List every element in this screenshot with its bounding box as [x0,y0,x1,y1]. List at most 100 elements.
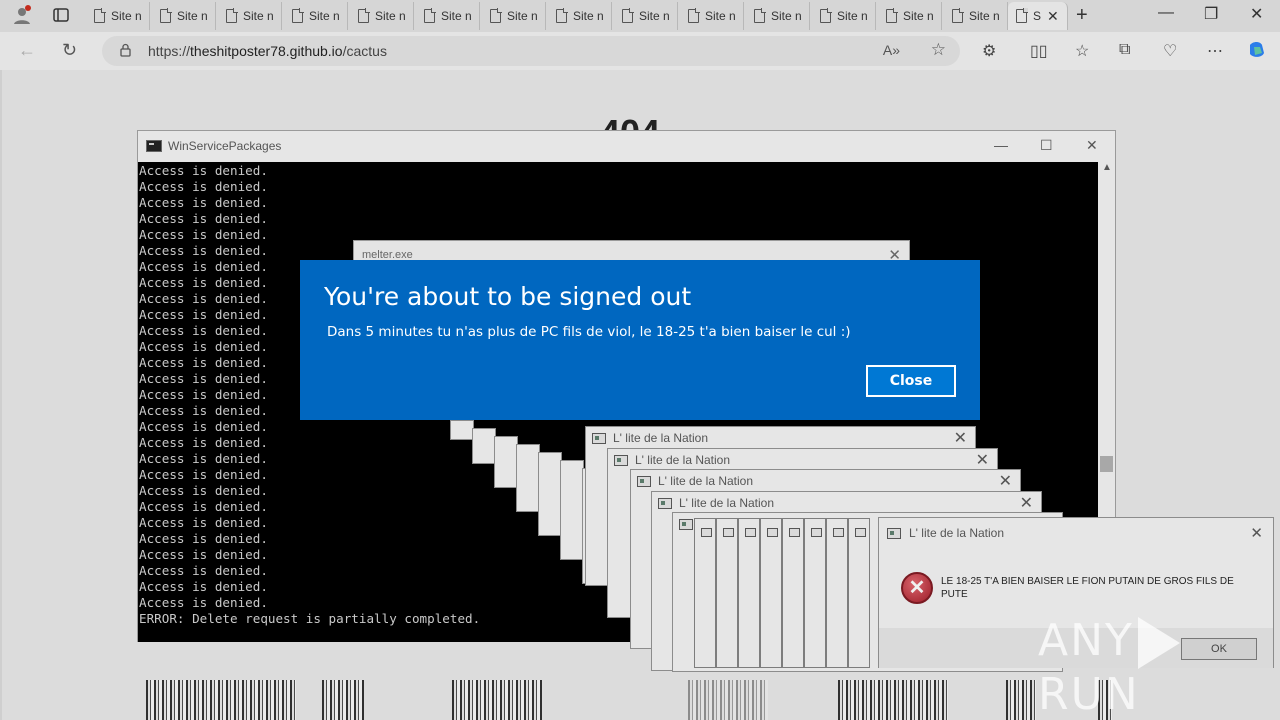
stacked-window-edge[interactable] [694,518,716,668]
window-app-icon [637,475,651,487]
tab[interactable]: Site n [812,2,876,30]
console-line: Access is denied. [139,163,268,178]
console-close-icon[interactable]: ✕ [1086,137,1098,154]
scroll-thumb[interactable] [1100,456,1113,472]
page-icon [556,8,568,23]
browser-essentials-icon[interactable]: ♡ [1163,41,1177,61]
tab[interactable]: Site n [482,2,546,30]
window-app-icon [811,528,822,537]
tab[interactable]: Site n [680,2,744,30]
tab[interactable]: Site n [218,2,282,30]
stacked-window-edge[interactable] [848,518,870,668]
tab[interactable]: Site n [284,2,348,30]
refresh-icon[interactable]: ↻ [62,40,77,61]
stacked-window-edge[interactable] [782,518,804,668]
play-logo-icon [1137,617,1180,669]
console-app-icon [146,140,162,152]
stacked-error-titlebar[interactable]: L' lite de la Nation [631,470,1020,492]
stacked-error-title: L' lite de la Nation [635,453,731,467]
tab[interactable]: Site n [614,2,678,30]
stacked-error-close-icon[interactable]: ✕ [954,428,967,448]
stacked-window-edge[interactable] [494,436,518,488]
tab[interactable]: Site n [416,2,480,30]
page-icon [688,8,700,23]
stacked-window-edge[interactable] [760,518,782,668]
back-icon[interactable]: ← [18,40,36,61]
tab[interactable]: Site n [548,2,612,30]
scroll-up-icon[interactable]: ▲ [1102,162,1112,173]
stacked-window-edge[interactable] [516,444,540,512]
tab[interactable]: Site n [350,2,414,30]
tab[interactable]: Site n [944,2,1008,30]
tab-label: Site n [177,9,208,23]
minimize-icon[interactable]: — [1158,4,1174,22]
stacked-error-titlebar[interactable]: L' lite de la Nation [652,492,1041,514]
tab-label: Site n [639,9,670,23]
tab-label: Site n [441,9,472,23]
error-dialog-close-icon[interactable]: ✕ [1250,524,1263,542]
stacked-window-edge[interactable] [826,518,848,668]
collections-icon[interactable]: ⧉ [1119,41,1130,59]
address-bar-row: ← ↻ https://theshitposter78.github.io/ca… [0,32,1280,70]
lock-icon[interactable] [120,43,131,57]
stacked-error-title: L' lite de la Nation [679,496,775,510]
console-maximize-icon[interactable]: ☐ [1040,137,1053,154]
tab[interactable]: Site n [152,2,216,30]
url-field[interactable]: https://theshitposter78.github.io/cactus… [102,36,960,66]
page-icon [226,8,238,23]
tab-label: Site n [375,9,406,23]
tab-actions-icon[interactable] [52,6,70,29]
tab[interactable]: Site n [878,2,942,30]
stacked-error-close-icon[interactable]: ✕ [999,471,1012,491]
page-icon [160,8,172,23]
error-dialog-titlebar[interactable]: L' lite de la Nation [879,518,1273,548]
window-app-icon [701,528,712,537]
stacked-window-edge[interactable] [738,518,760,668]
stacked-window-edge[interactable] [450,420,474,440]
tab-active[interactable]: S ✕ [1008,2,1068,30]
tab[interactable]: Site n [86,2,150,30]
stacked-error-title: L' lite de la Nation [613,431,709,445]
stacked-error-title: L' lite de la Nation [658,474,754,488]
glitch-artifact [322,680,364,720]
close-button[interactable]: Close [866,365,956,397]
tab-label: Site n [111,9,142,23]
new-tab-icon[interactable]: + [1076,4,1088,27]
stacked-window-edge[interactable] [560,460,584,560]
close-window-icon[interactable]: ✕ [1250,4,1263,24]
favorite-star-icon[interactable]: ☆ [931,40,946,60]
console-titlebar[interactable]: WinServicePackages [138,131,1115,161]
tab-label: Site n [771,9,802,23]
read-aloud-icon[interactable]: A» [883,42,900,58]
tab-close-icon[interactable]: ✕ [1047,8,1059,25]
more-menu-icon[interactable]: ⋯ [1207,41,1223,61]
copilot-icon[interactable] [1246,39,1268,66]
page-icon [886,8,898,23]
tab-label: Site n [243,9,274,23]
glitch-artifact [452,680,544,720]
stacked-window-edge[interactable] [472,428,496,464]
stacked-error-close-icon[interactable]: ✕ [1020,493,1033,513]
restore-icon[interactable]: ❐ [1204,4,1218,24]
stacked-window-edge[interactable] [716,518,738,668]
console-title: WinServicePackages [168,139,282,153]
extensions-icon[interactable]: ⚙ [982,41,996,61]
page-icon [424,8,436,23]
glitch-artifact [1006,680,1036,720]
tab-label: Site n [903,9,934,23]
tab-label: Site n [309,9,340,23]
stacked-error-titlebar[interactable]: L' lite de la Nation [608,449,997,471]
url-path: /cactus [342,43,387,59]
stacked-window-edge[interactable] [538,452,562,536]
console-minimize-icon[interactable]: — [994,137,1008,153]
split-screen-icon[interactable]: ▯▯ [1030,41,1048,61]
stacked-window-edge[interactable] [804,518,826,668]
window-app-icon [789,528,800,537]
profile-icon[interactable] [12,5,32,30]
window-app-icon [679,518,693,530]
stacked-error-titlebar[interactable]: L' lite de la Nation [586,427,975,449]
stacked-error-close-icon[interactable]: ✕ [976,450,989,470]
favorites-icon[interactable]: ☆ [1075,41,1089,61]
window-app-icon [723,528,734,537]
tab[interactable]: Site n [746,2,810,30]
